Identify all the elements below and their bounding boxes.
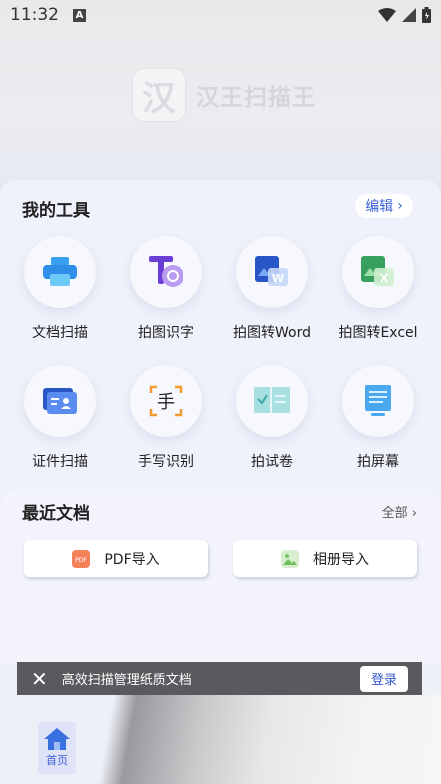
- edit-button[interactable]: 编辑 ›: [355, 194, 413, 218]
- excel-icon: X: [361, 256, 394, 286]
- svg-text:手: 手: [157, 392, 175, 413]
- tool-label: 拍屏幕: [357, 454, 399, 470]
- svg-text:W: W: [272, 272, 284, 285]
- tools-title: 我的工具: [22, 201, 90, 221]
- tool-handwriting[interactable]: 手 手写识别: [116, 365, 216, 471]
- album-import-button[interactable]: 相册导入: [233, 540, 417, 577]
- tool-label: 拍试卷: [251, 454, 293, 470]
- pdf-import-button[interactable]: PDF PDF导入: [24, 540, 208, 577]
- tool-label: 手写识别: [138, 454, 194, 470]
- tool-screen-capture[interactable]: 拍屏幕: [328, 365, 428, 471]
- tool-label: 证件扫描: [32, 454, 88, 470]
- id-card-icon: [43, 388, 77, 414]
- login-prompt-text: 高效扫描管理纸质文档: [61, 673, 192, 688]
- recent-docs-section: 最近文档 全部 › PDF PDF导入 相册导入: [0, 490, 441, 665]
- view-all-link[interactable]: 全部 ›: [382, 502, 417, 521]
- screen-icon: [365, 385, 391, 416]
- battery-icon: [422, 7, 431, 23]
- text-recognition-icon: [149, 256, 183, 287]
- notification-badge: A: [73, 8, 86, 22]
- login-prompt-bar: ✕ 高效扫描管理纸质文档 登录: [17, 662, 422, 695]
- tool-document-scan[interactable]: 文档扫描: [10, 236, 110, 342]
- tools-section: 我的工具 编辑 › 文档扫描 拍图识字 W 拍图转Word X 拍图转Excel…: [0, 180, 441, 490]
- home-icon: [44, 728, 70, 750]
- recent-title: 最近文档: [22, 504, 90, 524]
- tool-label: 拍图转Word: [233, 325, 311, 341]
- logo-mark: 汉: [132, 68, 186, 122]
- exam-paper-icon: [254, 387, 290, 413]
- tool-label: 拍图识字: [138, 325, 194, 341]
- status-bar: 11:32 A: [0, 0, 441, 30]
- view-all-label: 全部: [381, 506, 408, 521]
- tab-home[interactable]: 首页: [38, 722, 76, 774]
- pdf-import-label: PDF导入: [104, 551, 160, 568]
- close-icon[interactable]: ✕: [31, 669, 48, 689]
- tool-image-to-excel[interactable]: X 拍图转Excel: [328, 236, 428, 342]
- chevron-right-icon: ›: [411, 506, 417, 521]
- signal-icon: [402, 8, 416, 22]
- status-time: 11:32: [10, 5, 59, 25]
- tool-image-to-word[interactable]: W 拍图转Word: [222, 236, 322, 342]
- tool-exam-paper[interactable]: 拍试卷: [222, 365, 322, 471]
- printer-icon: [43, 257, 77, 286]
- edit-label: 编辑: [365, 199, 394, 215]
- tab-home-label: 首页: [46, 754, 68, 767]
- chevron-right-icon: ›: [397, 198, 403, 214]
- handwriting-icon: 手: [149, 385, 183, 417]
- album-import-label: 相册导入: [313, 551, 369, 568]
- app-name: 汉王扫描王: [196, 85, 316, 111]
- wifi-icon: [378, 8, 396, 22]
- tool-text-recognition[interactable]: 拍图识字: [116, 236, 216, 342]
- pdf-icon: PDF: [72, 549, 91, 568]
- svg-text:PDF: PDF: [76, 557, 88, 564]
- svg-text:X: X: [380, 272, 389, 285]
- tool-id-scan[interactable]: 证件扫描: [10, 365, 110, 471]
- app-logo: 汉 汉王扫描王: [132, 68, 316, 122]
- photo-album-icon: [281, 549, 299, 568]
- login-button[interactable]: 登录: [360, 665, 408, 692]
- tool-label: 文档扫描: [32, 325, 88, 341]
- tool-label: 拍图转Excel: [338, 325, 418, 341]
- word-icon: W: [255, 256, 288, 286]
